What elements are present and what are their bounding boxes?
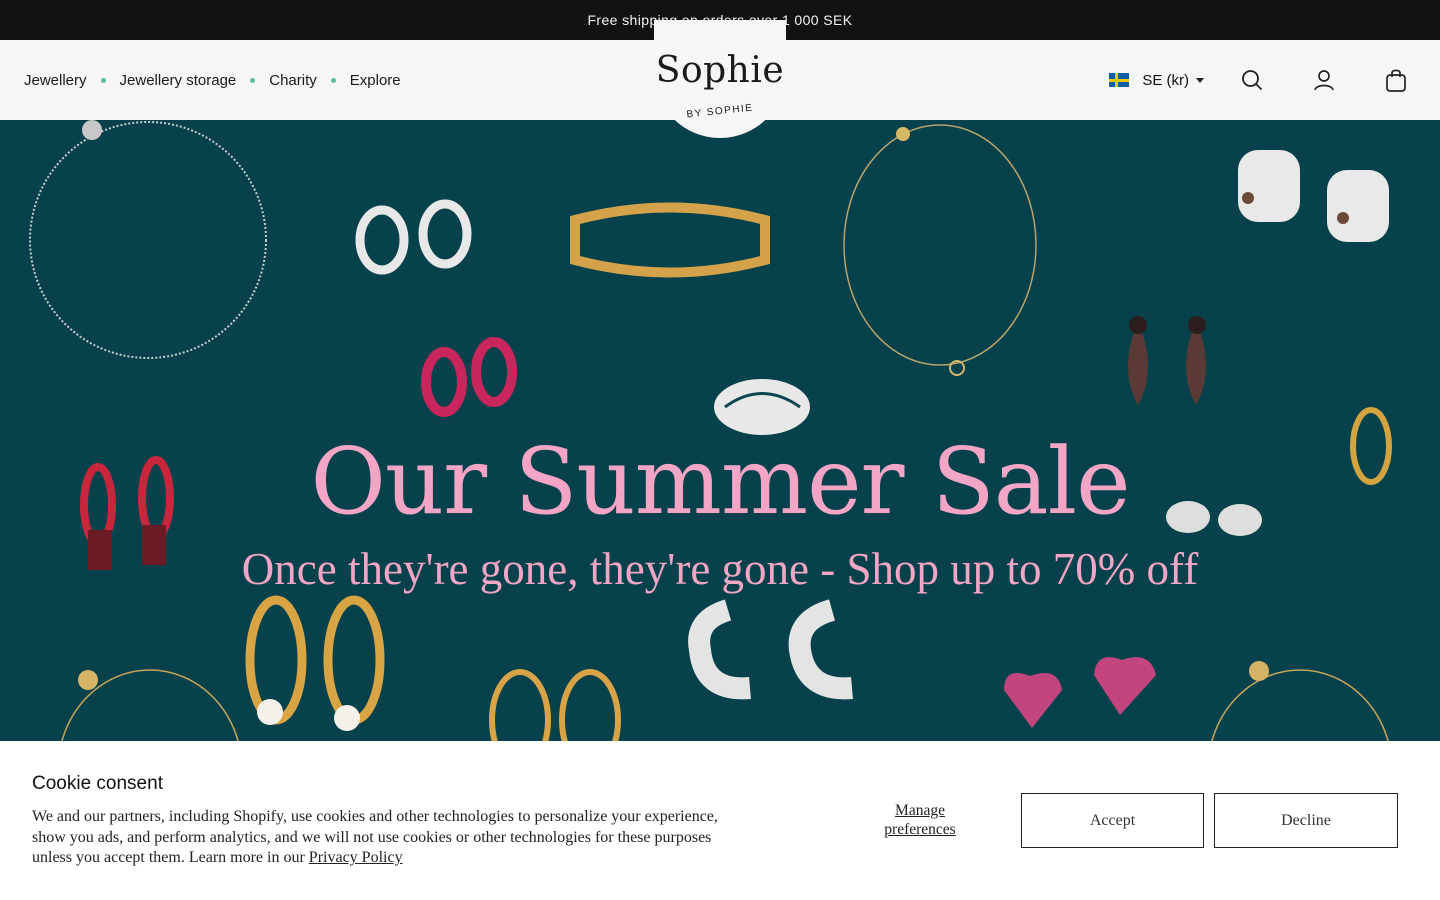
nav-separator [100, 77, 106, 83]
logo-wordmark: Sophie [655, 50, 785, 91]
nav-jewellery[interactable]: Jewellery [24, 72, 87, 89]
account-icon[interactable] [1312, 68, 1336, 92]
main-nav: Jewellery Jewellery storage Charity Expl… [24, 40, 401, 120]
accept-button[interactable]: Accept [1021, 793, 1204, 848]
currency-label: SE (kr) [1142, 71, 1189, 89]
logo[interactable]: Sophie BY SOPHIE [640, 40, 800, 120]
site-header: Jewellery Jewellery storage Charity Expl… [0, 40, 1440, 120]
header-tools: SE (kr) [1109, 40, 1440, 120]
cookie-description: We and our partners, including Shopify, … [32, 807, 752, 869]
sweden-flag-icon [1109, 73, 1130, 87]
hero-subtitle: Once they're gone, they're gone - Shop u… [241, 544, 1199, 594]
currency-selector[interactable]: SE (kr) [1109, 72, 1204, 89]
cookie-consent-banner: Cookie consent We and our partners, incl… [0, 741, 1440, 900]
decline-button[interactable]: Decline [1214, 793, 1398, 848]
bag-icon[interactable] [1384, 68, 1408, 92]
nav-separator [330, 77, 336, 83]
manage-preferences-link[interactable]: Manage preferences [860, 801, 980, 839]
hero-banner[interactable]: Our Summer Sale Once they're gone, they'… [0, 120, 1440, 741]
nav-charity[interactable]: Charity [269, 72, 317, 89]
cookie-title: Cookie consent [32, 773, 163, 794]
chevron-down-icon [1196, 77, 1204, 83]
nav-separator [250, 77, 256, 83]
hero-title: Our Summer Sale [310, 428, 1130, 535]
nav-explore[interactable]: Explore [350, 72, 401, 89]
nav-jewellery-storage[interactable]: Jewellery storage [120, 72, 237, 89]
search-icon[interactable] [1240, 68, 1264, 92]
privacy-policy-link[interactable]: Privacy Policy [309, 849, 403, 866]
